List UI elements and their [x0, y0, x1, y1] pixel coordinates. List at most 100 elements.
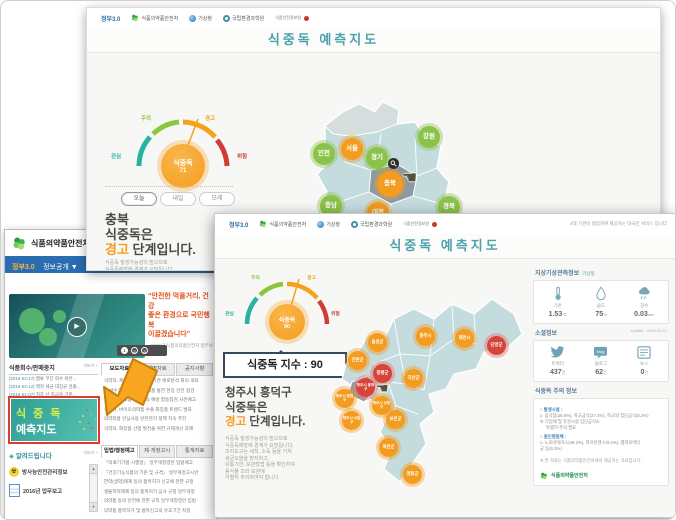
- site-logo-text[interactable]: 식품의약품안전처: [31, 238, 90, 249]
- mfds-logo-icon: [540, 472, 548, 480]
- tab-notice[interactable]: 공지사항: [176, 363, 213, 376]
- foodinfo-logo[interactable]: 식품안전정보원: [403, 222, 437, 227]
- region-marker-chungbuk-selected[interactable]: 충북: [377, 171, 403, 197]
- tab-today[interactable]: 오늘: [121, 192, 157, 206]
- district-marker[interactable]: 제천시: [455, 329, 474, 348]
- legislation-box: 입법/행정예고 제·개정고시 통계자료 「의료기기법 시행령」 일부개정령안 입…: [101, 445, 213, 515]
- tab-revision[interactable]: 제·개정고시: [139, 445, 176, 458]
- kma-logo[interactable]: 기상청: [189, 15, 212, 22]
- notice-box: ◈ 알려드립니다더보기 + ☢방사능안전관리정보 2016년 업무보고 ▲ ▼: [9, 450, 98, 497]
- district-marker[interactable]: 충주시: [416, 327, 435, 346]
- risk-gauge: 관심 주의 경고 위험 식중독 90: [225, 264, 349, 348]
- service-note: 4대 기관이 협업하여 제공하는 대국민 서비스 입니다: [570, 221, 667, 227]
- twitter-icon: [550, 346, 565, 359]
- kma-logo[interactable]: 기상청: [317, 221, 340, 228]
- notice-more-link[interactable]: 더보기 +: [84, 450, 99, 456]
- recall-item[interactable]: [2016-02-17] 햄류 무단 회수 위반...: [9, 375, 98, 383]
- district-marker[interactable]: 단양군: [487, 336, 506, 355]
- gov30-logo[interactable]: 정부3.0: [229, 220, 248, 229]
- nier-logo[interactable]: 국립환경과학원: [223, 15, 264, 22]
- district-marker[interactable]: 청주시 서원구: [342, 411, 361, 430]
- district-marker[interactable]: 진천군: [348, 351, 367, 370]
- index-tooltip: 식중독 지수 : 90: [223, 352, 347, 378]
- foodpoisoning-map-banner-highlight[interactable]: 식 중 독 예측지도: [8, 396, 100, 444]
- district-marker[interactable]: 영동군: [403, 465, 422, 484]
- district-marker[interactable]: 보은군: [386, 410, 405, 429]
- page-title-bar: 식중독 예측지도: [215, 234, 675, 259]
- tab-statistics[interactable]: 통계자료: [176, 445, 213, 458]
- law-item[interactable]: 의약품 품목허가 및 품목신고의 유효기간 지정: [101, 506, 213, 516]
- district-marker[interactable]: 괴산군: [404, 369, 423, 388]
- mfds-logo-icon: [12, 236, 27, 251]
- caution-footer: 식품의약품안전처: [540, 472, 662, 480]
- recall-box: 식품회수/판매중지더보기 + [2016-02-17] 햄류 무단 회수 위반.…: [9, 363, 98, 399]
- gov30-logo[interactable]: 정부3.0: [101, 14, 120, 23]
- highlight-arrow-icon: [101, 351, 163, 419]
- region-marker-gyeonggi[interactable]: 경기: [366, 147, 388, 169]
- district-marker[interactable]: 옥천군: [379, 438, 398, 457]
- kma-logo-icon: [317, 221, 324, 228]
- headline-region: 충북: [105, 212, 196, 227]
- gauge-value-circle: 식중독 90: [269, 304, 305, 340]
- forecast-description: 식중독 발생가능성이 높으므로식중독예방에 경계가 요망됩니다.조리도구는 세척…: [105, 260, 175, 271]
- district-marker[interactable]: 음성군: [368, 333, 387, 352]
- nav-highlight[interactable]: 정부3.0: [12, 264, 35, 271]
- recall-more-link[interactable]: 더보기 +: [84, 363, 99, 369]
- notice-scrollbar[interactable]: ▲ ▼: [89, 464, 98, 512]
- weather-source: 기상청: [582, 271, 594, 276]
- rain-cloud-icon: [637, 286, 652, 301]
- gauge-value-circle: 식중독 71: [161, 144, 205, 188]
- gauge-label-low: 관심: [111, 152, 121, 160]
- notice-item-radiation[interactable]: ☢방사능안전관리정보: [9, 467, 98, 477]
- headline-level: 경고 단계입니다.: [225, 415, 305, 430]
- mfds-logo[interactable]: 식품의약품안전처: [259, 220, 306, 228]
- gauge-label-caution: 주의: [251, 274, 260, 281]
- water-drop-icon: [594, 286, 608, 301]
- region-marker-gangwon[interactable]: 강원: [418, 126, 440, 148]
- kma-logo-icon: [189, 15, 196, 22]
- tab-day-after[interactable]: 모레: [199, 192, 235, 206]
- radiation-icon: ☢: [9, 467, 19, 477]
- notice-item-report[interactable]: 2016년 업무보고: [9, 484, 98, 497]
- caution-note: ※ 본 자료는 식품의약품안전처에서 제공하는 자료입니다.: [540, 458, 662, 464]
- page-title: 식중독 예측지도: [389, 238, 500, 253]
- law-item[interactable]: 한약(생약)제제 등의 품목허가 신고에 관한 규정: [101, 477, 213, 487]
- scroll-up-icon[interactable]: ▲: [90, 465, 97, 474]
- magnifier-icon: [388, 158, 399, 169]
- nier-logo[interactable]: 국립환경과학원: [351, 221, 392, 228]
- region-marker-incheon[interactable]: 인천: [313, 143, 335, 165]
- caution-section-title: 식중독 주의 정보: [535, 386, 669, 395]
- law-item[interactable]: 「의료기기법 시행령」 일부개정령안 입법예고: [101, 458, 213, 468]
- partner-logo-bar: 정부3.0 식품의약품안전처 기상청 국립환경과학원 식품안전정보원 4대 기관…: [215, 214, 675, 235]
- forecast-headline: 청주시 흥덕구 식중독은 경고 단계입니다.: [225, 386, 305, 430]
- district-marker[interactable]: 청주시 청원구: [335, 389, 354, 408]
- gauge-label-low: 관심: [225, 310, 234, 317]
- mfds-logo[interactable]: 식품의약품안전처: [131, 14, 178, 22]
- red-badge-icon: [432, 222, 437, 227]
- nav-item-infodisclosure[interactable]: 정보공개 ▼: [43, 264, 78, 271]
- scroll-down-icon[interactable]: ▼: [90, 502, 97, 511]
- chungbuk-district-map: 음성군 충주시 제천시 단양군 진천군 증평군 괴산군 청주시 흥덕구 청주시 …: [334, 264, 529, 509]
- play-button[interactable]: ▶: [67, 317, 87, 337]
- district-marker-selected[interactable]: 청주시 흥덕구: [356, 378, 375, 397]
- social-news: 뉴스 0건: [623, 346, 666, 376]
- law-item[interactable]: 생물학적제제 등의 품목허가 심사 규정 일부개정: [101, 487, 213, 497]
- blog-icon: blog: [593, 346, 608, 359]
- law-item[interactable]: 「건강기능식품의 기준 및 규격」 일부개정고시안: [101, 468, 213, 478]
- foodpoisoning-map-banner[interactable]: 식 중 독 예측지도: [11, 399, 97, 441]
- nier-logo-icon: [223, 15, 230, 22]
- legislation-tabs: 입법/행정예고 제·개정고시 통계자료: [101, 445, 213, 458]
- recall-item[interactable]: [2016-02-12] 액젓 세균 대장균 검출...: [9, 383, 98, 391]
- news-item[interactable]: 식약처, 화장품 산업 발전을 위한 규제개선 과제: [101, 424, 213, 434]
- headline-subject: 식중독은: [225, 401, 305, 416]
- tab-tomorrow[interactable]: 내일: [160, 192, 196, 206]
- foodinfo-logo[interactable]: 식품안전정보원: [275, 16, 309, 21]
- page-title: 식중독 예측지도: [268, 32, 479, 47]
- thermometer-icon: [551, 286, 565, 301]
- region-marker-seoul[interactable]: 서울: [341, 138, 363, 160]
- partner-logo-bar: 정부3.0 식품의약품안전처 기상청 국립환경과학원 식품안전정보원: [87, 8, 660, 29]
- headline-subject: 식중독은: [105, 227, 196, 242]
- recall-title: 식품회수/판매중지더보기 +: [9, 363, 98, 375]
- tab-legislation[interactable]: 입법/행정예고: [101, 445, 138, 458]
- law-item[interactable]: 의약품 등의 안전에 관한 규칙 일부개정령안 입법: [101, 496, 213, 506]
